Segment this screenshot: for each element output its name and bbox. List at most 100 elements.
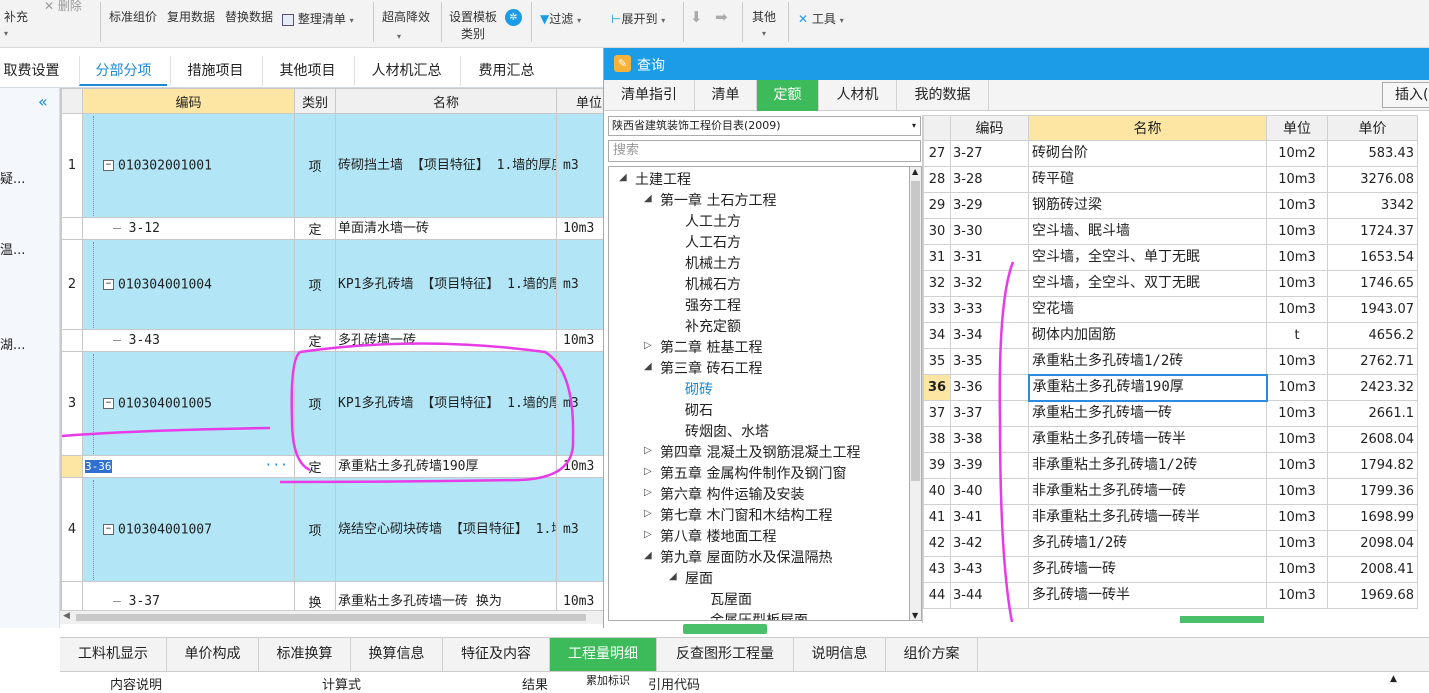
arrow-down-icon[interactable]: ⬇: [690, 8, 703, 26]
zhengli-button[interactable]: 整理清单 ▾: [282, 10, 354, 27]
table-row[interactable]: — 3-12 定 单面清水墙一砖 10m3: [61, 217, 603, 240]
left-item[interactable]: 疑...: [0, 168, 25, 187]
scroll-up-icon[interactable]: ▲: [912, 167, 918, 176]
dialog-titlebar[interactable]: ✎ 查询: [604, 48, 1429, 80]
tab-huansuan[interactable]: 换算信息: [351, 638, 443, 671]
row-name[interactable]: 承重粘土多孔砖墙190厚: [335, 455, 557, 478]
grid-header-unit[interactable]: 单位: [556, 88, 603, 114]
tree-node[interactable]: 屋面: [685, 568, 713, 588]
tree-scrollbar[interactable]: ▲ ▼: [910, 166, 922, 621]
tab-gongliaoji[interactable]: 工料机显示: [60, 638, 167, 671]
row-name[interactable]: 承重粘土多孔砖墙一砖: [1028, 400, 1267, 427]
dinge-row[interactable]: 28 3-28 砖平碹 10m3 3276.08: [923, 166, 1418, 193]
dinge-row[interactable]: 39 3-39 非承重粘土多孔砖墙1/2砖 10m3 1794.82: [923, 452, 1418, 479]
dinge-row[interactable]: 31 3-31 空斗墙，全空斗、单丁无眠 10m3 1653.54: [923, 244, 1418, 271]
row-code[interactable]: 3-39: [950, 452, 1029, 479]
row-code[interactable]: 3-40: [950, 478, 1029, 505]
row-code[interactable]: 3-42: [950, 530, 1029, 557]
horizontal-scrollbar[interactable]: ◀: [60, 610, 603, 624]
row-code[interactable]: −010304001004: [82, 239, 295, 330]
tree-node[interactable]: 第九章 屋面防水及保温隔热: [660, 547, 832, 567]
dinge-row[interactable]: 38 3-38 承重粘土多孔砖墙一砖半 10m3 2608.04: [923, 426, 1418, 453]
tree-node[interactable]: 第五章 金属构件制作及钢门窗: [660, 463, 846, 483]
grid-header-code[interactable]: 编码: [82, 88, 295, 114]
ellipsis-icon[interactable]: ···: [265, 458, 288, 473]
search-input[interactable]: 搜索: [608, 140, 921, 162]
scroll-up-icon[interactable]: ▲: [1390, 674, 1397, 684]
row-name[interactable]: 空斗墙，全空斗、单丁无眠: [1028, 244, 1267, 271]
dinge-row[interactable]: 34 3-34 砌体内加固筋 t 4656.2: [923, 322, 1418, 349]
tree-expanded-icon[interactable]: ◢: [644, 550, 652, 561]
dinge-row[interactable]: 33 3-33 空花墙 10m3 1943.07: [923, 296, 1418, 323]
tab-qingdan-zhiyin[interactable]: 清单指引: [604, 80, 695, 111]
tree-node[interactable]: 人工土方: [685, 211, 741, 231]
gongju-button[interactable]: ✕ 工具 ▾: [798, 10, 844, 27]
row-code[interactable]: −010302001001: [82, 113, 295, 218]
row-name[interactable]: 砌体内加固筋: [1028, 322, 1267, 349]
tree-node[interactable]: 砖烟囱、水塔: [685, 421, 769, 441]
zhankai-button[interactable]: ⊢展开到 ▾: [611, 10, 665, 27]
dinge-row[interactable]: 32 3-32 空斗墙，全空斗、双丁无眠 10m3 1746.65: [923, 270, 1418, 297]
dinge-row[interactable]: 43 3-43 多孔砖墙一砖 10m3 2008.41: [923, 556, 1418, 583]
scroll-left-icon[interactable]: ◀: [63, 611, 70, 621]
tree-node[interactable]: 第四章 混凝土及钢筋混凝土工程: [660, 442, 860, 462]
row-code[interactable]: — 3-37: [82, 581, 295, 610]
tree-node[interactable]: 第七章 木门窗和木结构工程: [660, 505, 832, 525]
col-leijia[interactable]: 累加标识: [586, 672, 630, 688]
table-row[interactable]: — 3-43 定 多孔砖墙一砖 10m3: [61, 329, 603, 352]
tree-expanded-icon[interactable]: ◢: [644, 193, 652, 204]
tree-collapsed-icon[interactable]: ▷: [644, 466, 652, 477]
tree-node[interactable]: 金属压型板屋面: [710, 610, 808, 620]
tab-qufei[interactable]: 取费设置: [0, 56, 65, 86]
dinge-row[interactable]: 37 3-37 承重粘土多孔砖墙一砖 10m3 2661.1: [923, 400, 1418, 427]
dinge-row[interactable]: 30 3-30 空斗墙、眠斗墙 10m3 1724.37: [923, 218, 1418, 245]
library-select[interactable]: 陕西省建筑装饰工程价目表(2009) ▾: [608, 116, 921, 136]
row-name[interactable]: 承重粘土多孔砖墙190厚: [1027, 373, 1268, 402]
scroll-thumb[interactable]: [911, 181, 920, 481]
dinge-row[interactable]: 29 3-29 钢筋砖过梁 10m3 3342: [923, 192, 1418, 219]
table-row[interactable]: 2 −010304001004 项 KP1多孔砖墙 【项目特征】 1.墙的厚度：…: [61, 239, 603, 330]
row-name[interactable]: 非承重粘土多孔砖墙一砖半: [1028, 504, 1267, 531]
row-name[interactable]: 多孔砖墙1/2砖: [1028, 530, 1267, 557]
grid-header-type[interactable]: 类别: [294, 88, 336, 114]
tab-biaozhun[interactable]: 标准换算: [259, 638, 351, 671]
tihuan-button[interactable]: 替换数据: [225, 8, 273, 25]
row-name[interactable]: 承重粘土多孔砖墙一砖 换为: [335, 581, 557, 610]
tree-expanded-icon[interactable]: ◢: [669, 571, 677, 582]
table-row[interactable]: 4 −010304001007 项 烧结空心砌块砖墙 【项目特征】 1.墙的厚度…: [61, 477, 603, 582]
col-jisuanshi[interactable]: 计算式: [322, 674, 361, 693]
col-jieguo[interactable]: 结果: [522, 674, 548, 693]
collapse-icon[interactable]: «: [38, 92, 48, 111]
collapse-box-icon[interactable]: −: [103, 279, 114, 290]
tree-node[interactable]: 机械土方: [685, 253, 741, 273]
dinge-row[interactable]: 40 3-40 非承重粘土多孔砖墙一砖 10m3 1799.36: [923, 478, 1418, 505]
tab-qita[interactable]: 其他项目: [262, 56, 352, 86]
tab-rencaiji[interactable]: 人材机: [819, 80, 897, 111]
tree-collapsed-icon[interactable]: ▷: [644, 508, 652, 519]
arrow-right-icon[interactable]: ➡: [715, 8, 728, 26]
row-code[interactable]: 3-38: [950, 426, 1029, 453]
row-code[interactable]: 3-30: [950, 218, 1029, 245]
row-name[interactable]: 承重粘土多孔砖墙1/2砖: [1028, 348, 1267, 375]
row-name[interactable]: KP1多孔砖墙 【项目特征】 1.墙的厚度：240mm 2.砖品种：KP1多孔砖…: [335, 239, 557, 330]
row-code[interactable]: — 3-43: [82, 329, 295, 352]
shezhi-button[interactable]: 设置模板: [449, 8, 497, 25]
row-code[interactable]: −010304001007: [82, 477, 295, 582]
grid-header-name[interactable]: 名称: [335, 88, 557, 114]
table-row[interactable]: 3 −010304001005 项 KP1多孔砖墙 【项目特征】 1.墙的厚度：…: [61, 351, 603, 456]
splitter-handle[interactable]: [683, 624, 767, 634]
table-row[interactable]: — 3-37 换 承重粘土多孔砖墙一砖 换为 10m3: [61, 581, 603, 610]
row-name[interactable]: 承重粘土多孔砖墙一砖半: [1028, 426, 1267, 453]
chevron-down-icon[interactable]: ▾: [762, 25, 766, 39]
row-code-editing[interactable]: 3-36 ···: [82, 455, 295, 478]
row-code[interactable]: 3-33: [950, 296, 1029, 323]
splitter-handle[interactable]: [1180, 616, 1264, 623]
buchong-button[interactable]: 补充: [4, 8, 28, 25]
tree-node[interactable]: 土建工程: [635, 169, 691, 189]
row-name[interactable]: 非承重粘土多孔砖墙1/2砖: [1028, 452, 1267, 479]
dinge-row[interactable]: 41 3-41 非承重粘土多孔砖墙一砖半 10m3 1698.99: [923, 504, 1418, 531]
insert-button[interactable]: 插入(: [1382, 82, 1429, 108]
row-name[interactable]: 烧结空心砌块砖墙 【项目特征】 1.墙的厚度：240mm 2.砖品种：烧结空心砌…: [335, 477, 557, 582]
tab-danjia[interactable]: 单价构成: [167, 638, 259, 671]
row-code[interactable]: 3-27: [950, 140, 1029, 167]
